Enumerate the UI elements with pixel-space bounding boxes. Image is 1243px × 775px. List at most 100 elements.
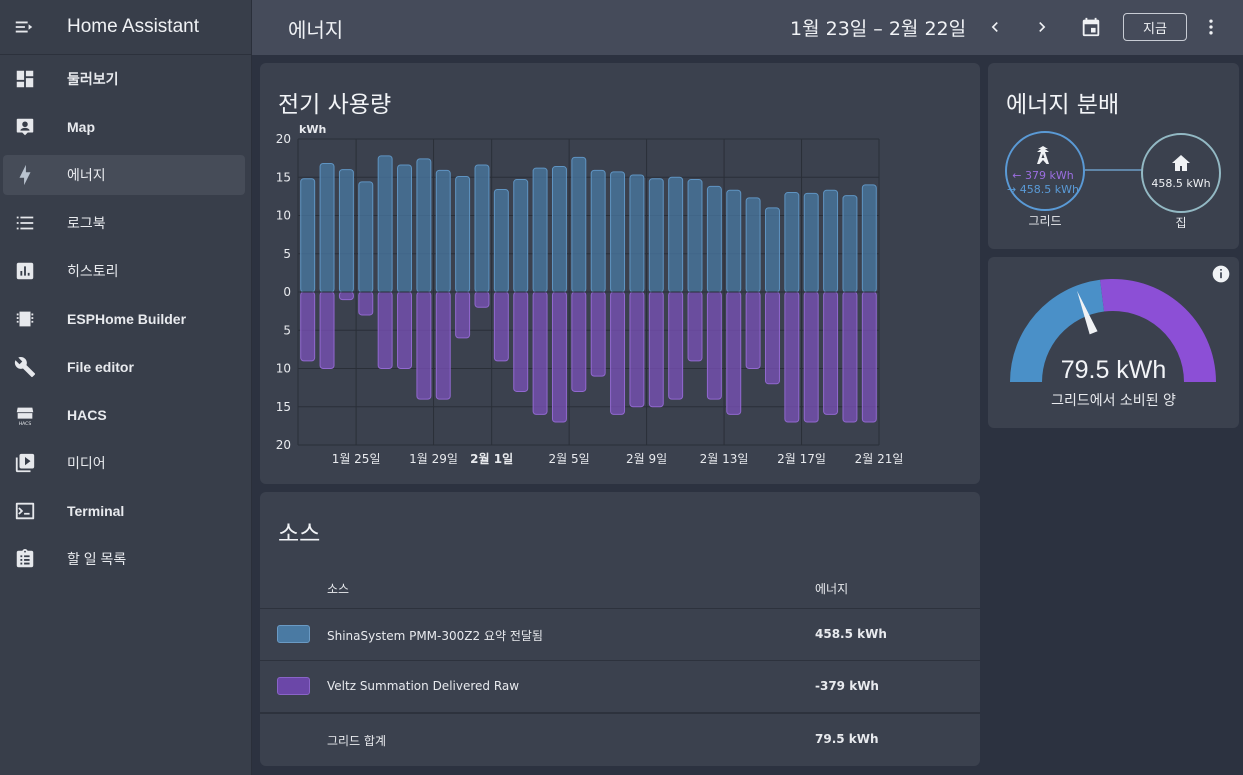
sidebar-item-hacs[interactable]: HACS HACS xyxy=(3,395,245,435)
bar-veltz xyxy=(610,291,626,415)
next-period-button[interactable] xyxy=(1027,12,1057,42)
total-value: 79.5 kWh xyxy=(815,732,879,746)
menu-toggle-button[interactable] xyxy=(0,0,48,55)
y-axis-unit: kWh xyxy=(299,123,326,136)
bar-shinasystem xyxy=(358,181,374,293)
bar-shinasystem xyxy=(629,174,645,293)
legend-swatch-veltz xyxy=(277,677,310,695)
sidebar-item-history[interactable]: 히스토리 xyxy=(3,251,245,291)
sidebar-item-todo[interactable]: 할 일 목록 xyxy=(3,539,245,579)
y-tick-label: 10 xyxy=(276,209,291,223)
sources-table-header: 소스 에너지 xyxy=(260,562,980,609)
x-tick-label: 2월 17일 xyxy=(777,452,826,466)
bar-shinasystem xyxy=(455,175,471,293)
grid-label: 그리드 xyxy=(1028,214,1062,228)
more-options-button[interactable] xyxy=(1196,12,1226,42)
source-name: ShinaSystem PMM-300Z2 요약 전달됨 xyxy=(327,629,543,643)
bar-veltz xyxy=(745,291,761,369)
bar-shinasystem xyxy=(687,179,703,293)
sidebar-item-map[interactable]: Map xyxy=(3,107,245,147)
sidebar-item-label: 로그북 xyxy=(67,215,106,231)
bar-veltz xyxy=(377,291,393,369)
table-row: Veltz Summation Delivered Raw -379 kWh xyxy=(260,661,980,713)
source-value: -379 kWh xyxy=(815,679,879,693)
bar-shinasystem xyxy=(765,207,780,293)
bar-veltz xyxy=(571,291,587,392)
x-tick-label: 2월 21일 xyxy=(855,452,904,466)
date-range: 1월 23일 – 2월 22일 xyxy=(790,18,967,40)
bar-shinasystem xyxy=(803,192,819,293)
bar-veltz xyxy=(765,291,780,385)
bar-veltz xyxy=(532,291,548,415)
date-picker-button[interactable] xyxy=(1076,12,1106,42)
bar-shinasystem xyxy=(571,156,587,293)
bar-shinasystem xyxy=(784,192,800,293)
legend-swatch-shinasystem xyxy=(277,625,310,643)
bar-veltz xyxy=(629,291,645,408)
bar-veltz xyxy=(397,291,412,369)
sidebar-item-label: 에너지 xyxy=(67,167,106,183)
sidebar-item-energy[interactable]: 에너지 xyxy=(3,155,245,195)
y-tick-label: 20 xyxy=(276,132,291,146)
bar-shinasystem xyxy=(823,189,839,293)
page-title: 에너지 xyxy=(288,18,344,42)
bar-shinasystem xyxy=(668,176,684,293)
bar-veltz xyxy=(706,291,722,400)
x-tick-label: 2월 9일 xyxy=(626,452,667,466)
home-value: 458.5 kWh xyxy=(1151,177,1211,190)
sidebar-item-label: ESPHome Builder xyxy=(67,311,187,327)
bar-veltz xyxy=(300,291,316,362)
now-button[interactable]: 지금 xyxy=(1123,13,1187,41)
lightning-bolt-icon xyxy=(5,155,45,195)
gauge-value: 79.5 kWh xyxy=(1060,356,1167,384)
bar-shinasystem xyxy=(300,178,316,293)
sidebar: Home Assistant 둘러보기 Map 에너지 로그북 히스토리 ESP… xyxy=(0,0,252,775)
bar-veltz xyxy=(319,291,335,369)
y-tick-label: 5 xyxy=(283,247,291,261)
account-box-icon xyxy=(5,107,45,147)
x-tick-label: 2월 5일 xyxy=(549,452,590,466)
bar-shinasystem xyxy=(551,166,567,293)
total-label: 그리드 합계 xyxy=(327,734,387,748)
bar-shinasystem xyxy=(416,158,432,293)
bar-shinasystem xyxy=(319,162,335,293)
menu-open-icon xyxy=(15,21,33,33)
sources-title: 소스 xyxy=(278,521,321,547)
x-tick-label: 1월 29일 xyxy=(409,452,458,466)
calendar-icon xyxy=(1082,17,1100,37)
sidebar-item-media[interactable]: 미디어 xyxy=(3,443,245,483)
clipboard-list-icon xyxy=(5,539,45,579)
bar-shinasystem xyxy=(745,197,761,293)
chip-icon xyxy=(5,299,45,339)
bar-shinasystem xyxy=(513,179,529,293)
wrench-icon xyxy=(5,347,45,387)
bar-veltz xyxy=(338,291,354,301)
dashboard-icon xyxy=(5,59,45,99)
bar-veltz xyxy=(842,291,858,423)
bar-veltz xyxy=(455,291,471,339)
bar-veltz xyxy=(687,291,703,362)
sidebar-item-label: 할 일 목록 xyxy=(67,551,127,567)
x-tick-label: 2월 1일 xyxy=(470,451,513,466)
bar-veltz xyxy=(823,291,839,415)
sidebar-item-logbook[interactable]: 로그북 xyxy=(3,203,245,243)
bar-veltz xyxy=(435,291,451,400)
bar-veltz xyxy=(648,291,664,408)
y-tick-label: 15 xyxy=(276,170,291,184)
sidebar-item-label: Terminal xyxy=(67,503,125,519)
svg-text:HACS: HACS xyxy=(19,421,32,426)
table-row-total: 그리드 합계 79.5 kWh xyxy=(260,713,980,765)
sidebar-item-terminal[interactable]: Terminal xyxy=(3,491,245,531)
format-list-icon xyxy=(5,203,45,243)
bar-shinasystem xyxy=(590,169,606,293)
sidebar-item-file-editor[interactable]: File editor xyxy=(3,347,245,387)
bar-shinasystem xyxy=(726,189,742,293)
bar-veltz xyxy=(668,291,684,400)
previous-period-button[interactable] xyxy=(980,12,1010,42)
sidebar-header: Home Assistant xyxy=(0,0,251,55)
table-row: ShinaSystem PMM-300Z2 요약 전달됨 458.5 kWh xyxy=(260,609,980,661)
play-box-icon xyxy=(5,443,45,483)
sidebar-item-esphome[interactable]: ESPHome Builder xyxy=(3,299,245,339)
home-circle[interactable] xyxy=(1141,133,1221,213)
sidebar-item-overview[interactable]: 둘러보기 xyxy=(3,59,245,99)
